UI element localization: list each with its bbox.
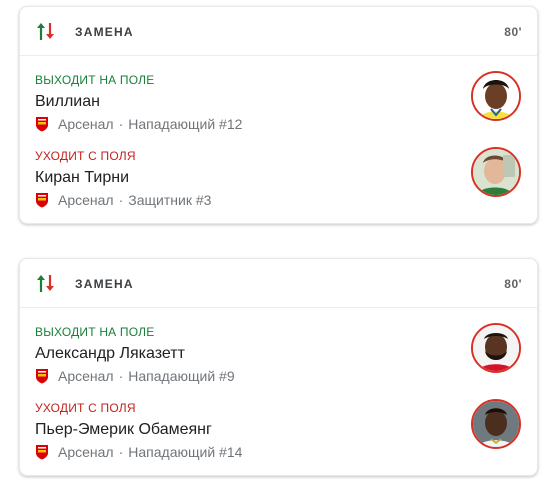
separator: ·	[118, 116, 124, 132]
arsenal-crest-icon	[36, 193, 48, 208]
player-meta: Арсенал · Защитник #3	[35, 192, 211, 208]
status-in-label: ВЫХОДИТ НА ПОЛЕ	[35, 73, 155, 87]
team-name: Арсенал	[58, 444, 114, 460]
player-avatar[interactable]	[471, 71, 521, 121]
player-meta: Арсенал · Нападающий #14	[35, 444, 242, 460]
player-meta: Арсенал · Нападающий #12	[35, 116, 242, 132]
player-role: Нападающий #12	[128, 116, 243, 132]
arsenal-crest-icon	[36, 369, 48, 384]
player-avatar[interactable]	[471, 323, 521, 373]
match-minute: 80'	[504, 25, 522, 39]
separator: ·	[118, 368, 124, 384]
card-header: ЗАМЕНА 80'	[20, 259, 537, 308]
player-meta: Арсенал · Нападающий #9	[35, 368, 235, 384]
match-minute: 80'	[504, 277, 522, 291]
separator: ·	[118, 192, 124, 208]
arsenal-crest-icon	[36, 117, 48, 132]
card-title: ЗАМЕНА	[75, 277, 134, 291]
status-out-label: УХОДИТ С ПОЛЯ	[35, 149, 136, 163]
player-name[interactable]: Киран Тирни	[35, 169, 129, 187]
player-avatar[interactable]	[471, 147, 521, 197]
player-role: Защитник #3	[128, 192, 212, 208]
player-out[interactable]: УХОДИТ С ПОЛЯ Киран Тирни Арсенал · Защи…	[20, 141, 537, 217]
team-name: Арсенал	[58, 368, 114, 384]
player-name[interactable]: Виллиан	[35, 93, 100, 111]
status-out-label: УХОДИТ С ПОЛЯ	[35, 401, 136, 415]
player-in[interactable]: ВЫХОДИТ НА ПОЛЕ Виллиан Арсенал · Напада…	[20, 65, 537, 141]
substitution-arrows-icon	[37, 275, 54, 292]
team-name: Арсенал	[58, 192, 114, 208]
player-role: Нападающий #9	[128, 368, 235, 384]
separator: ·	[118, 444, 124, 460]
player-avatar[interactable]	[471, 399, 521, 449]
player-out[interactable]: УХОДИТ С ПОЛЯ Пьер-Эмерик Обамеянг Арсен…	[20, 393, 537, 469]
player-name[interactable]: Александр Ляказетт	[35, 345, 185, 363]
substitution-card[interactable]: ЗАМЕНА 80' ВЫХОДИТ НА ПОЛЕ Виллиан Арсен…	[19, 6, 538, 224]
status-in-label: ВЫХОДИТ НА ПОЛЕ	[35, 325, 155, 339]
substitution-card[interactable]: ЗАМЕНА 80' ВЫХОДИТ НА ПОЛЕ Александр Ляк…	[19, 258, 538, 476]
substitution-arrows-icon	[37, 23, 54, 40]
card-title: ЗАМЕНА	[75, 25, 134, 39]
player-name[interactable]: Пьер-Эмерик Обамеянг	[35, 421, 212, 439]
arsenal-crest-icon	[36, 445, 48, 460]
player-in[interactable]: ВЫХОДИТ НА ПОЛЕ Александр Ляказетт Арсен…	[20, 317, 537, 393]
team-name: Арсенал	[58, 116, 114, 132]
player-role: Нападающий #14	[128, 444, 243, 460]
card-header: ЗАМЕНА 80'	[20, 7, 537, 56]
